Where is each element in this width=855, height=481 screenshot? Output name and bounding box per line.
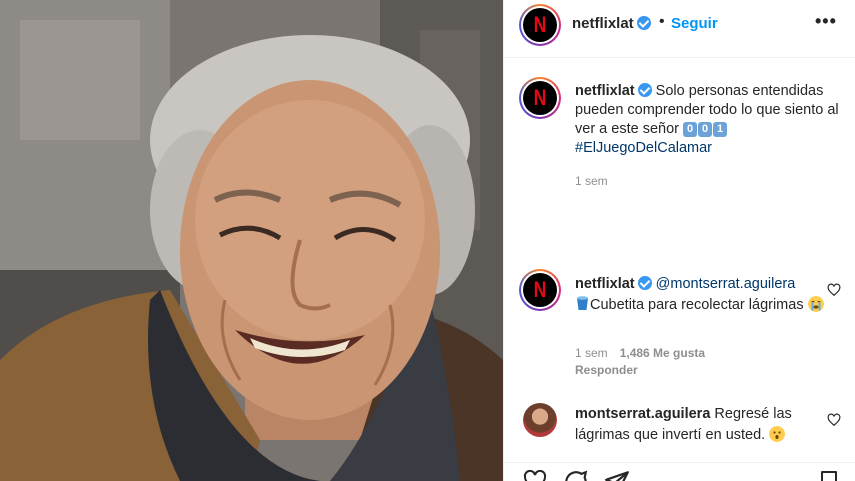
heart-icon[interactable]	[827, 283, 841, 297]
post-header: N netflixlat • Seguir •••	[504, 0, 855, 58]
verified-icon	[637, 83, 652, 97]
bucket-emoji	[577, 296, 588, 310]
comment-meta: 1 sem 1,486 Me gusta	[575, 346, 705, 360]
bookmark-icon[interactable]	[817, 469, 841, 481]
action-bar	[504, 462, 855, 481]
comment-likes[interactable]: 1,486 Me gusta	[620, 346, 705, 360]
hushed-emoji	[769, 426, 786, 442]
post-details-panel: N netflixlat • Seguir ••• N netflixlat S…	[503, 0, 855, 481]
follow-button[interactable]: Seguir	[671, 15, 718, 32]
comment-mention[interactable]: @montserrat.aguilera	[656, 276, 796, 292]
caption-timestamp[interactable]: 1 sem	[575, 174, 608, 188]
header-username-text[interactable]: netflixlat	[572, 15, 634, 32]
comment-avatar[interactable]: N	[519, 269, 561, 311]
keycap-0-emoji: 0	[698, 122, 713, 137]
caption-text: netflixlat Solo personas entendidas pued…	[575, 82, 845, 158]
netflix-logo: N	[533, 12, 547, 37]
commenter-avatar[interactable]	[523, 403, 557, 437]
caption-avatar[interactable]: N	[519, 77, 561, 119]
comment-username[interactable]: montserrat.aguilera	[575, 406, 710, 422]
crying-emoji	[807, 296, 824, 312]
share-icon[interactable]	[604, 469, 630, 481]
caption-hashtag[interactable]: #ElJuegoDelCalamar	[575, 140, 712, 156]
netflix-logo: N	[533, 277, 547, 302]
comment-username[interactable]: netflixlat	[575, 276, 635, 292]
more-icon[interactable]: •••	[815, 11, 837, 32]
keycap-1-emoji: 1	[713, 122, 728, 137]
keycap-0-emoji: 0	[683, 122, 698, 137]
comment-text: netflixlat @montserrat.aguilera Cubetita…	[575, 274, 825, 316]
post-photo[interactable]	[0, 0, 503, 481]
comment-text: montserrat.aguilera Regresé las lágrimas…	[575, 404, 830, 446]
reply-button[interactable]: Responder	[575, 363, 638, 377]
comment-timestamp[interactable]: 1 sem	[575, 346, 608, 360]
comment-icon[interactable]	[563, 469, 589, 481]
comment-body: Cubetita para recolectar lágrimas	[590, 297, 804, 313]
header-separator: •	[659, 13, 665, 30]
netflix-logo: N	[533, 85, 547, 110]
verified-icon	[637, 276, 652, 290]
caption-username[interactable]: netflixlat	[575, 83, 635, 99]
header-avatar[interactable]: N	[519, 4, 561, 46]
like-heart-icon[interactable]	[521, 469, 549, 481]
photo-illustration	[0, 0, 503, 481]
header-username[interactable]: netflixlat	[572, 15, 651, 32]
verified-icon	[636, 16, 651, 30]
heart-icon[interactable]	[827, 413, 841, 427]
